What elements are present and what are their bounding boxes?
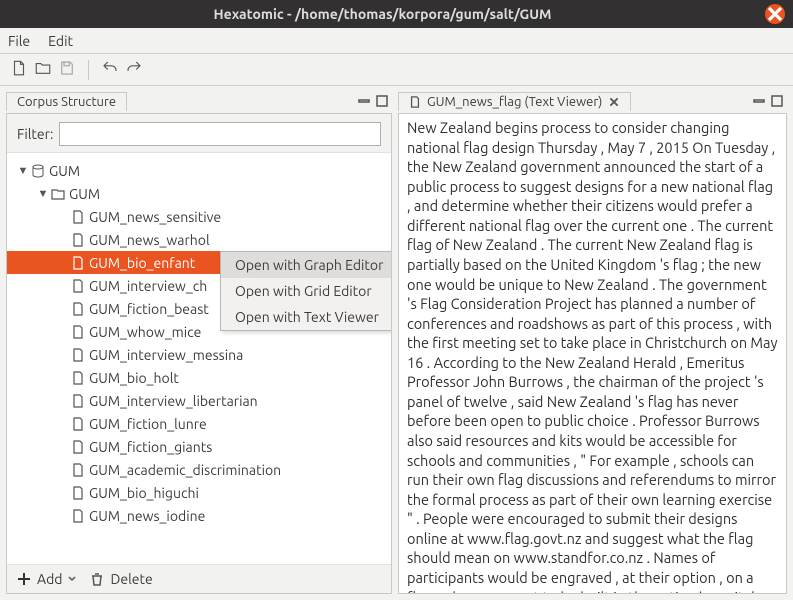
filter-input[interactable] bbox=[59, 122, 381, 146]
delete-button[interactable]: Delete bbox=[90, 571, 152, 587]
tree-document[interactable]: GUM_news_iodine bbox=[7, 504, 391, 527]
window-title: Hexatomic - /home/thomas/korpora/gum/sal… bbox=[0, 6, 765, 22]
window-titlebar: Hexatomic - /home/thomas/korpora/gum/sal… bbox=[0, 0, 793, 28]
add-button[interactable]: Add bbox=[17, 571, 76, 587]
tree-node-label: GUM_bio_higuchi bbox=[89, 485, 199, 501]
context-menu-item[interactable]: Open with Graph Editor bbox=[221, 252, 391, 278]
menu-file[interactable]: File bbox=[8, 33, 30, 49]
tree-node-label: GUM_news_iodine bbox=[89, 508, 205, 524]
tree-node-label: GUM_bio_enfant bbox=[89, 255, 195, 271]
tree-document[interactable]: GUM_fiction_lunre bbox=[7, 412, 391, 435]
tree-root[interactable]: ▼GUM bbox=[7, 159, 391, 182]
delete-label: Delete bbox=[110, 571, 152, 587]
tab-text-viewer[interactable]: GUM_news_flag (Text Viewer) bbox=[398, 92, 631, 111]
tree-document[interactable]: GUM_news_warhol bbox=[7, 228, 391, 251]
corpus-structure-panel: Corpus Structure Filter: ▼GUM▼GUM GUM_new… bbox=[0, 86, 398, 600]
toolbar bbox=[0, 54, 793, 86]
context-menu-item[interactable]: Open with Grid Editor bbox=[221, 278, 391, 304]
tree-document[interactable]: GUM_interview_libertarian bbox=[7, 389, 391, 412]
tree-node-label: GUM_interview_messina bbox=[89, 347, 243, 363]
tree-document[interactable]: GUM_academic_discrimination bbox=[7, 458, 391, 481]
panel-controls bbox=[358, 94, 392, 110]
tree-node-label: GUM_bio_holt bbox=[89, 370, 179, 386]
window-close-button[interactable] bbox=[765, 4, 785, 24]
tree-bottom-bar: Add Delete bbox=[7, 564, 391, 593]
undo-icon[interactable] bbox=[101, 59, 119, 80]
filter-row: Filter: bbox=[7, 114, 391, 153]
tree-node-label: GUM_interview_libertarian bbox=[89, 393, 258, 409]
panel-tab-row: GUM_news_flag (Text Viewer) bbox=[398, 90, 787, 114]
menu-edit[interactable]: Edit bbox=[48, 33, 73, 49]
tree-node-label: GUM_fiction_giants bbox=[89, 439, 212, 455]
tree-corpus[interactable]: ▼GUM bbox=[7, 182, 391, 205]
maximize-panel-icon[interactable] bbox=[376, 94, 388, 110]
tree-node-label: GUM_academic_discrimination bbox=[89, 462, 281, 478]
tree-document[interactable]: GUM_news_sensitive bbox=[7, 205, 391, 228]
text-viewer-panel: GUM_news_flag (Text Viewer) New Zealand … bbox=[398, 86, 793, 600]
close-tab-icon[interactable] bbox=[608, 96, 620, 108]
tree-document[interactable]: GUM_bio_holt bbox=[7, 366, 391, 389]
tree-node-label: GUM_fiction_beast bbox=[89, 301, 209, 317]
tree-node-label: GUM_interview_ch bbox=[89, 278, 207, 294]
tree-document[interactable]: GUM_bio_higuchi bbox=[7, 481, 391, 504]
context-menu-item[interactable]: Open with Text Viewer bbox=[221, 304, 391, 330]
minimize-panel-icon[interactable] bbox=[753, 94, 765, 110]
corpus-panel-body: Filter: ▼GUM▼GUM GUM_news_sensitive GUM_ne… bbox=[6, 114, 392, 594]
tree-node-label: GUM_news_sensitive bbox=[89, 209, 221, 225]
context-menu: Open with Graph EditorOpen with Grid Edi… bbox=[220, 251, 391, 331]
corpus-tree[interactable]: ▼GUM▼GUM GUM_news_sensitive GUM_news_warho… bbox=[7, 153, 391, 564]
save-icon[interactable] bbox=[58, 59, 76, 80]
redo-icon[interactable] bbox=[125, 59, 143, 80]
document-text[interactable]: New Zealand begins process to consider c… bbox=[399, 114, 786, 593]
new-file-icon[interactable] bbox=[10, 59, 28, 80]
panel-controls bbox=[753, 94, 787, 110]
tree-node-label: GUM_whow_mice bbox=[89, 324, 201, 340]
tab-label: Corpus Structure bbox=[17, 95, 116, 109]
file-icon bbox=[409, 96, 421, 108]
open-folder-icon[interactable] bbox=[34, 59, 52, 80]
filter-label: Filter: bbox=[17, 126, 53, 142]
tree-node-label: GUM_news_warhol bbox=[89, 232, 210, 248]
maximize-panel-icon[interactable] bbox=[771, 94, 783, 110]
tree-document[interactable]: GUM_interview_messina bbox=[7, 343, 391, 366]
tree-node-label: GUM bbox=[49, 163, 80, 179]
tree-node-label: GUM_fiction_lunre bbox=[89, 416, 207, 432]
tab-corpus-structure[interactable]: Corpus Structure bbox=[6, 92, 127, 111]
tab-label: GUM_news_flag (Text Viewer) bbox=[427, 95, 602, 109]
panel-tab-row: Corpus Structure bbox=[6, 90, 392, 114]
menubar: File Edit bbox=[0, 28, 793, 54]
toolbar-separator bbox=[88, 60, 89, 80]
text-viewer-body: New Zealand begins process to consider c… bbox=[398, 114, 787, 594]
chevron-down-icon bbox=[68, 575, 76, 583]
minimize-panel-icon[interactable] bbox=[358, 94, 370, 110]
tree-node-label: GUM bbox=[69, 186, 100, 202]
tree-document[interactable]: GUM_fiction_giants bbox=[7, 435, 391, 458]
add-label: Add bbox=[37, 571, 62, 587]
workspace: Corpus Structure Filter: ▼GUM▼GUM GUM_new… bbox=[0, 86, 793, 600]
